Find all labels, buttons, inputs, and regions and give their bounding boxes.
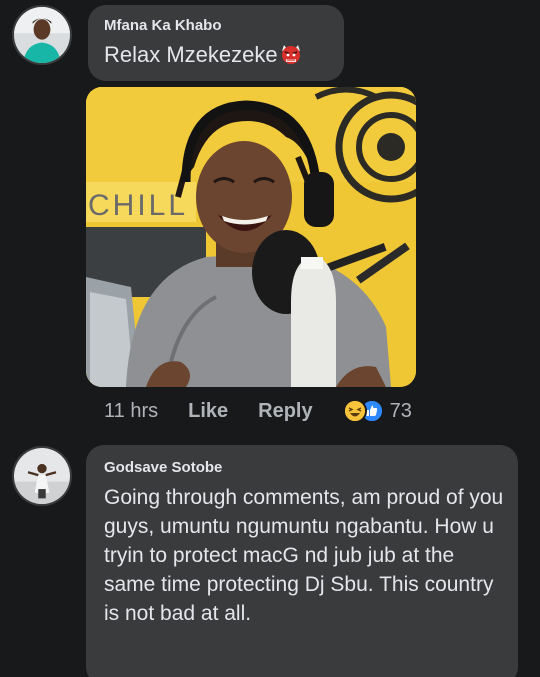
comment-author[interactable]: Mfana Ka Khabo bbox=[104, 17, 328, 35]
comment-text: Going through comments, am proud of you … bbox=[104, 486, 504, 625]
avatar[interactable] bbox=[12, 446, 72, 506]
comment-bubble: Mfana Ka Khabo Relax Mzekezeke bbox=[88, 5, 344, 81]
avatar[interactable] bbox=[12, 5, 72, 65]
comment-bubble: Godsave Sotobe Going through comments, a… bbox=[86, 445, 518, 677]
reply-button[interactable]: Reply bbox=[258, 400, 312, 423]
photo-sign-text: CHILL bbox=[88, 189, 188, 222]
photo-image: CHILL bbox=[86, 87, 416, 387]
reactions-summary[interactable]: 73 bbox=[342, 399, 412, 423]
comment-author[interactable]: Godsave Sotobe bbox=[104, 459, 500, 477]
profile-picture-icon bbox=[14, 7, 70, 63]
profile-picture-icon bbox=[14, 448, 70, 504]
comment-time[interactable]: 11 hrs bbox=[104, 400, 158, 423]
comment-text-body: Relax Mzekezeke bbox=[104, 42, 278, 67]
attached-photo[interactable]: CHILL bbox=[86, 87, 416, 387]
reaction-count: 73 bbox=[389, 399, 412, 422]
comments-thread: Mfana Ka Khabo Relax Mzekezeke CHILL 11 … bbox=[0, 0, 540, 677]
haha-reaction-icon bbox=[342, 399, 367, 423]
like-button[interactable]: Like bbox=[188, 400, 228, 423]
comment-actions: 11 hrs Like Reply 73 bbox=[104, 396, 412, 426]
ogre-mask-emoji-icon bbox=[279, 42, 303, 66]
comment-text: Relax Mzekezeke bbox=[104, 41, 328, 69]
